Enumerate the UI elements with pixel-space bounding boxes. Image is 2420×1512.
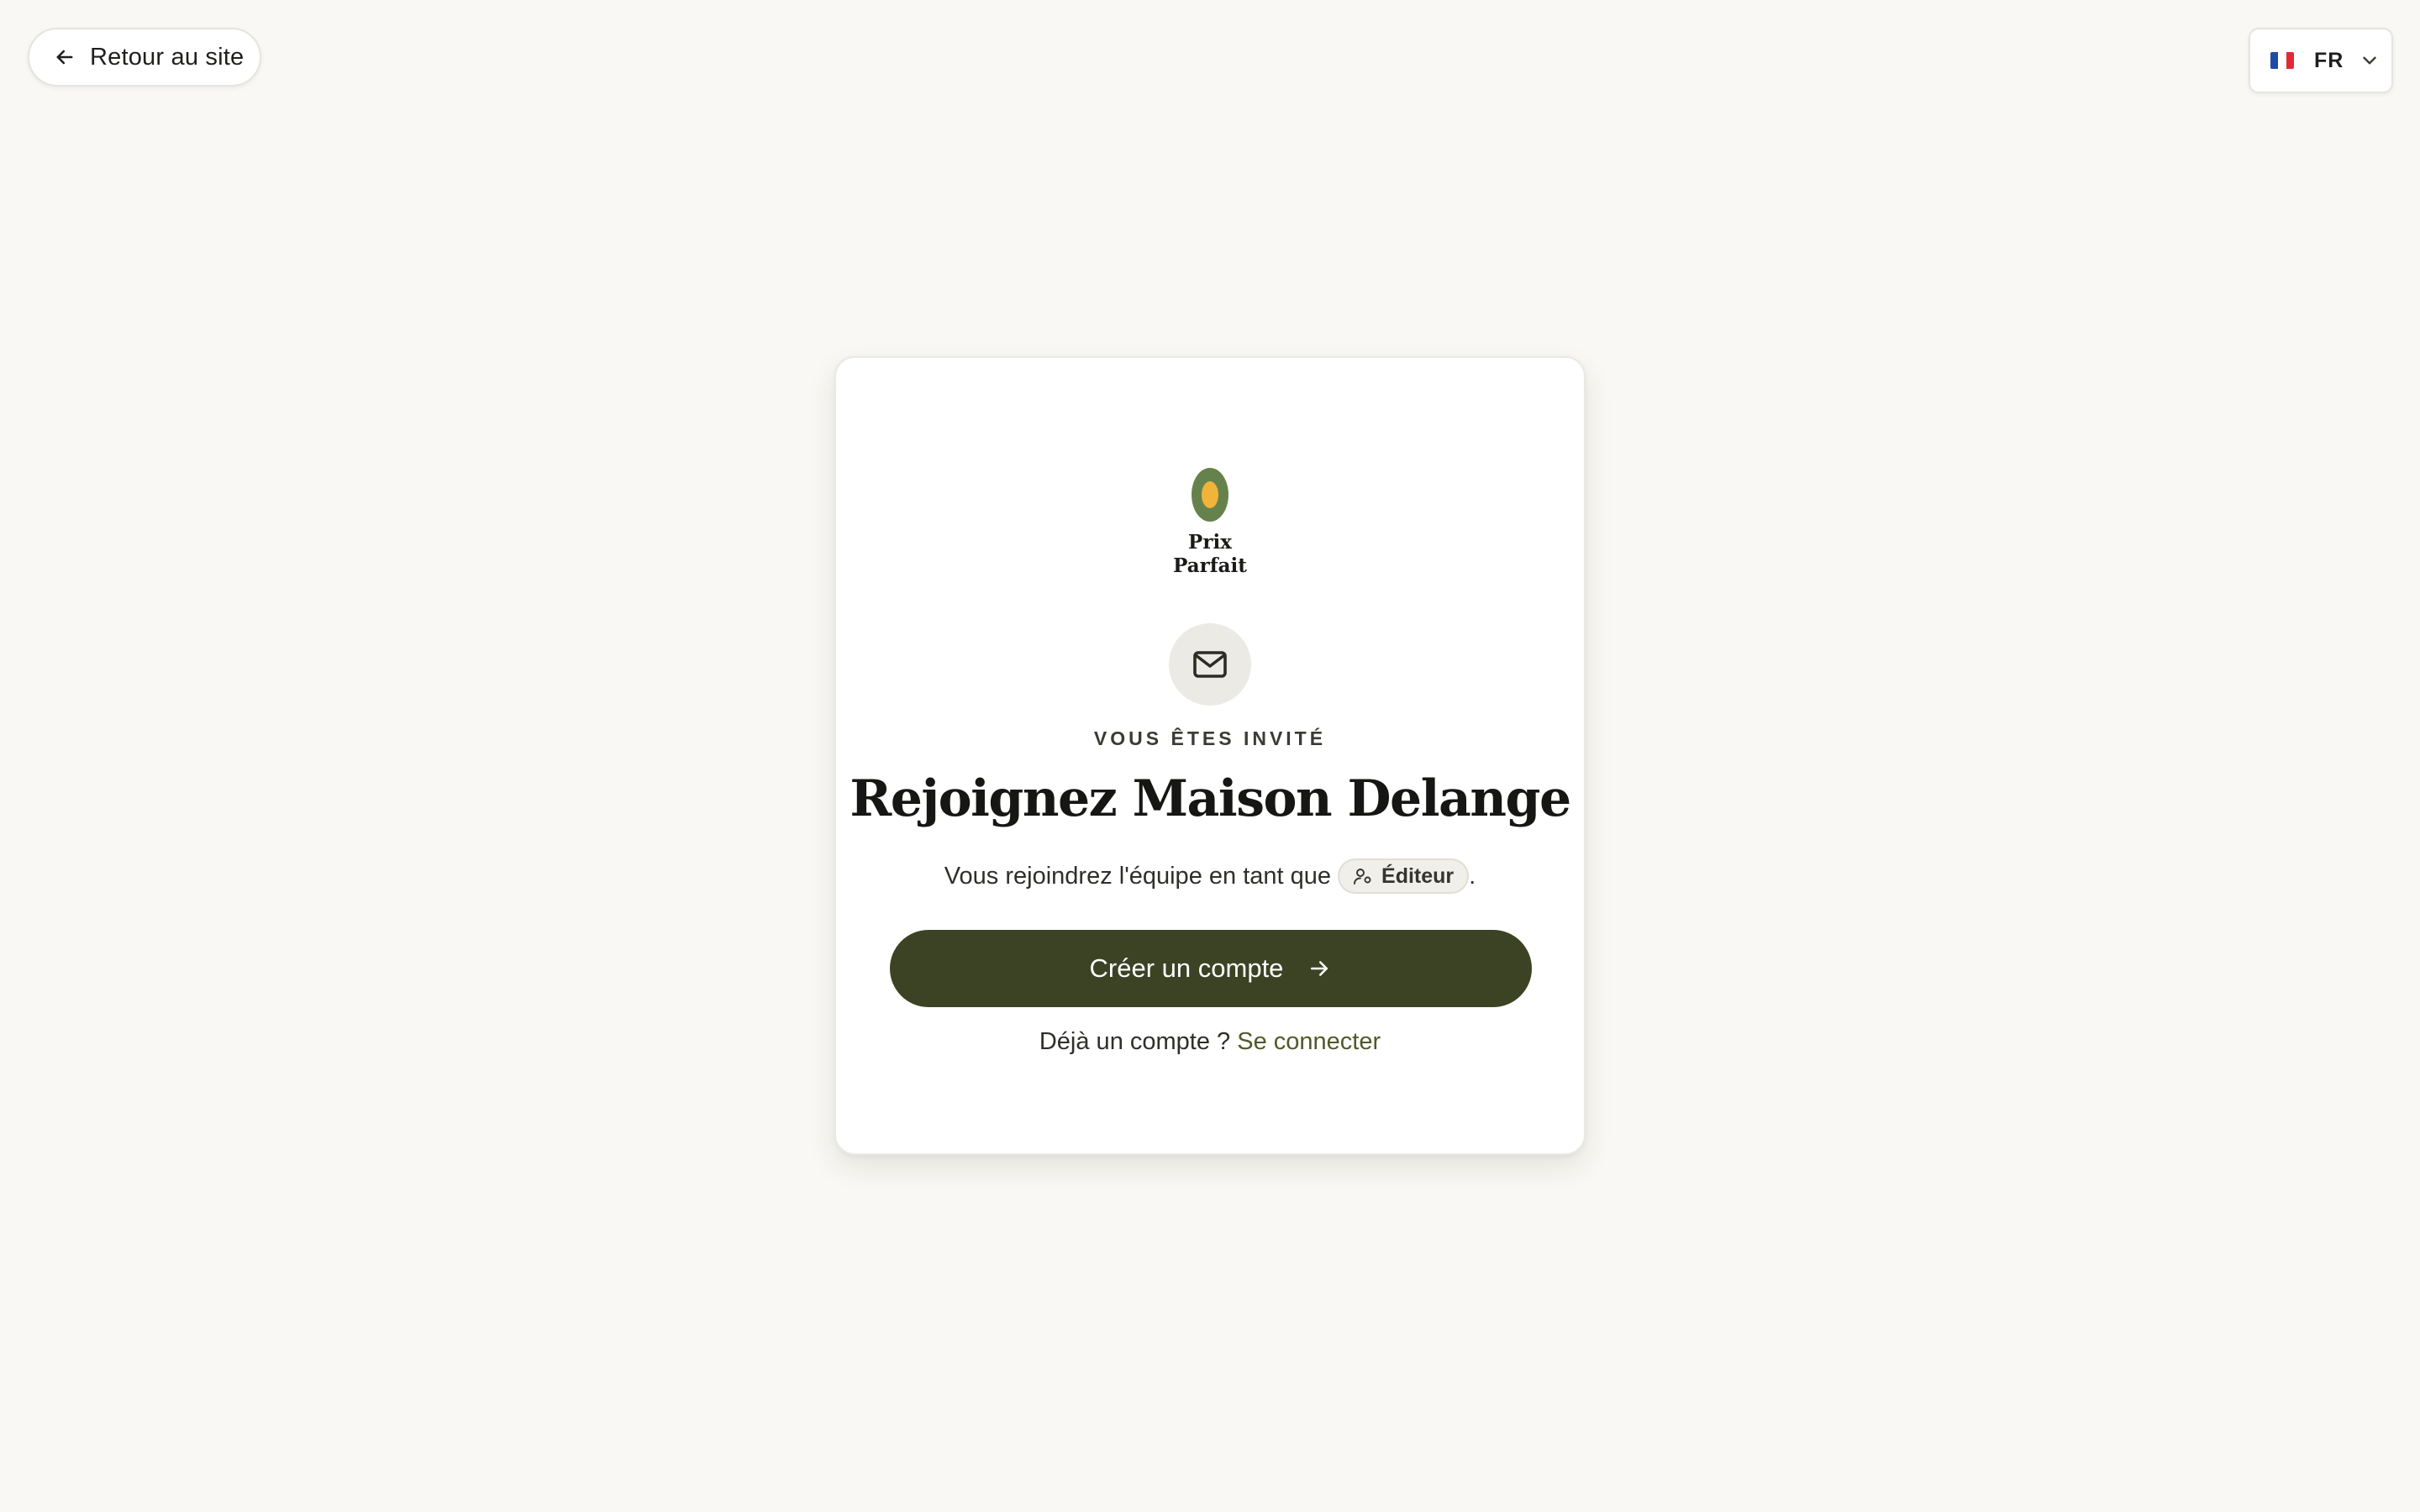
brand-name-line1: Prix — [1188, 531, 1232, 554]
mail-icon — [1190, 644, 1230, 685]
arrow-right-icon — [1307, 956, 1332, 981]
user-role-icon — [1353, 866, 1373, 886]
brand-name-line2: Parfait — [1173, 554, 1247, 577]
back-to-site-label: Retour au site — [90, 43, 245, 71]
arrow-left-icon — [53, 45, 76, 69]
back-to-site-button[interactable]: Retour au site — [28, 28, 261, 87]
brand-logo: Prix Parfait — [836, 467, 1584, 578]
login-link[interactable]: Se connecter — [1237, 1028, 1381, 1055]
mail-icon-container — [1169, 623, 1251, 706]
role-badge-label: Éditeur — [1381, 864, 1455, 888]
role-badge: Éditeur — [1338, 858, 1470, 894]
olive-logo-icon — [1191, 467, 1229, 522]
invite-eyebrow: VOUS ÊTES INVITÉ — [1093, 727, 1327, 749]
chevron-down-icon — [2359, 50, 2381, 71]
login-prompt: Déjà un compte ? Se connecter — [836, 1028, 1584, 1056]
subtitle-suffix: . — [1469, 862, 1476, 890]
create-account-button[interactable]: Créer un compte — [890, 930, 1532, 1007]
language-selector[interactable]: FR — [2249, 28, 2393, 93]
login-prompt-text: Déjà un compte ? — [1039, 1028, 1231, 1055]
subtitle-text: Vous rejoindrez l'équipe en tant que — [944, 862, 1332, 890]
brand-name: Prix Parfait — [1173, 531, 1247, 578]
invitation-card: Prix Parfait VOUS ÊTES INVITÉ Rejoignez … — [834, 356, 1586, 1155]
language-code: FR — [2314, 48, 2344, 72]
page-title: Rejoignez Maison Delange — [850, 769, 1571, 828]
invite-subtitle: Vous rejoindrez l'équipe en tant que Édi… — [836, 858, 1584, 894]
create-account-label: Créer un compte — [1089, 953, 1284, 983]
france-flag-icon — [2270, 52, 2294, 69]
